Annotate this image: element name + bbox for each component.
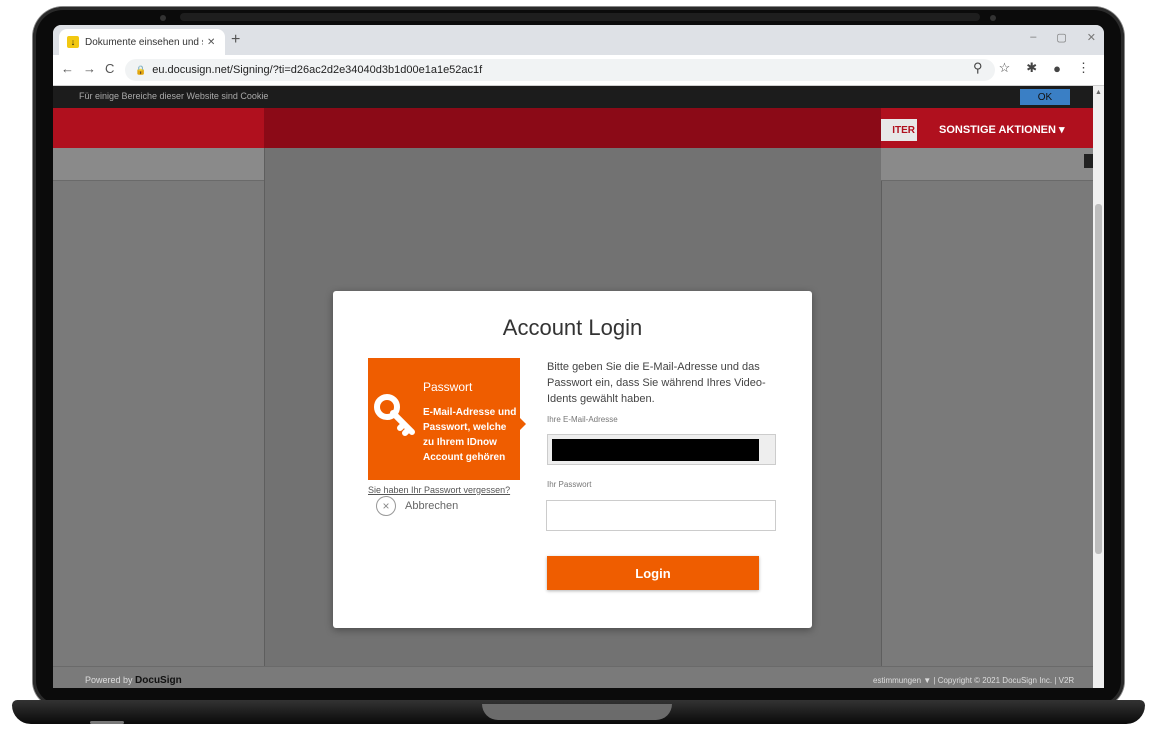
toolbar-band-left (53, 148, 264, 181)
cookie-text: Für einige Bereiche dieser Website sind … (79, 91, 269, 101)
laptop-slot (90, 721, 124, 724)
header-left (53, 108, 264, 148)
download-icon: ↓ (67, 36, 79, 48)
back-icon[interactable]: ← (61, 61, 74, 76)
email-redaction (552, 439, 759, 461)
info-box: Passwort E-Mail-Adresse und Passwort, we… (368, 358, 520, 480)
info-box-arrow (520, 418, 526, 430)
camera-dot (990, 15, 996, 21)
docusign-logo: DocuSign (135, 675, 182, 686)
page-content: ITER SONSTIGE AKTIONEN ▾ Für einige Bere… (53, 86, 1104, 688)
location-icon[interactable]: ⚲ (973, 60, 983, 76)
lock-icon: 🔒 (135, 64, 147, 75)
cookie-ok-button[interactable]: OK (1020, 89, 1070, 105)
more-actions-menu[interactable]: SONSTIGE AKTIONEN ▾ (939, 123, 1065, 136)
camera-dot (160, 15, 166, 21)
email-field[interactable] (547, 434, 776, 465)
restore-icon[interactable]: ▢ (1056, 31, 1066, 44)
toolbar-icons: ⚲ ☆ ✱ ● ⋮ (973, 60, 1090, 76)
browser-tab[interactable]: ↓ Dokumente einsehen und signie ✕ (59, 29, 225, 55)
bookmark-star-icon[interactable]: ☆ (999, 60, 1011, 76)
cancel-label: Abbrechen (405, 500, 459, 512)
close-circle-icon: × (376, 496, 396, 516)
info-box-text: E-Mail-Adresse und Passwort, welche zu I… (423, 407, 517, 463)
forgot-password-link[interactable]: Sie haben Ihr Passwort vergessen? (368, 485, 510, 495)
weiter-button[interactable]: ITER (881, 119, 917, 141)
minimize-icon[interactable]: – (1030, 31, 1036, 44)
info-box-title: Passwort (423, 380, 473, 394)
browser-toolbar: ← → C 🔒 eu.docusign.net/Signing/?ti=d26a… (53, 55, 1104, 86)
reload-icon[interactable]: C (105, 61, 114, 76)
cookie-banner: Für einige Bereiche dieser Website sind … (53, 86, 1093, 108)
login-instruction: Bitte geben Sie die E-Mail-Adresse und d… (547, 361, 766, 405)
login-button[interactable]: Login (547, 556, 759, 590)
login-modal: Account Login Passwort E-Mail-Adresse un… (333, 291, 812, 628)
forward-icon[interactable]: → (83, 61, 96, 76)
browser-tabbar: ↓ Dokumente einsehen und signie ✕ + – ▢ … (53, 25, 1104, 55)
key-icon (374, 394, 415, 436)
footer-copyright: estimmungen ▼ | Copyright © 2021 DocuSig… (873, 676, 1075, 685)
profile-icon[interactable]: ● (1053, 61, 1061, 76)
new-tab-button[interactable]: + (231, 31, 240, 49)
laptop-notch (482, 704, 672, 720)
password-label: Ihr Passwort (547, 480, 592, 489)
password-field[interactable] (546, 500, 776, 531)
address-bar[interactable]: 🔒 eu.docusign.net/Signing/?ti=d26ac2d2e3… (125, 59, 995, 81)
close-tab-icon[interactable]: ✕ (207, 37, 215, 48)
close-window-icon[interactable]: ✕ (1087, 31, 1096, 44)
powered-by-text: Powered by (85, 675, 133, 685)
laptop-top-edge (180, 13, 980, 21)
window-controls: – ▢ ✕ (1030, 31, 1096, 44)
modal-title: Account Login (502, 315, 643, 340)
scroll-up-icon[interactable]: ▲ (1095, 89, 1102, 96)
extensions-icon[interactable]: ✱ (1026, 60, 1037, 76)
menu-icon[interactable]: ⋮ (1077, 60, 1090, 76)
toolbar-band-right (881, 148, 1093, 181)
screen: ↓ Dokumente einsehen und signie ✕ + – ▢ … (53, 25, 1104, 688)
powered-by: Powered by DocuSign (85, 675, 182, 686)
tab-title: Dokumente einsehen und signie (85, 36, 203, 48)
cancel-button[interactable]: × Abbrechen (376, 496, 458, 516)
email-label: Ihre E-Mail-Adresse (547, 415, 618, 424)
document-icon[interactable] (1084, 154, 1093, 168)
scrollbar-thumb[interactable] (1095, 204, 1102, 554)
url-text: eu.docusign.net/Signing/?ti=d26ac2d2e340… (152, 64, 483, 76)
